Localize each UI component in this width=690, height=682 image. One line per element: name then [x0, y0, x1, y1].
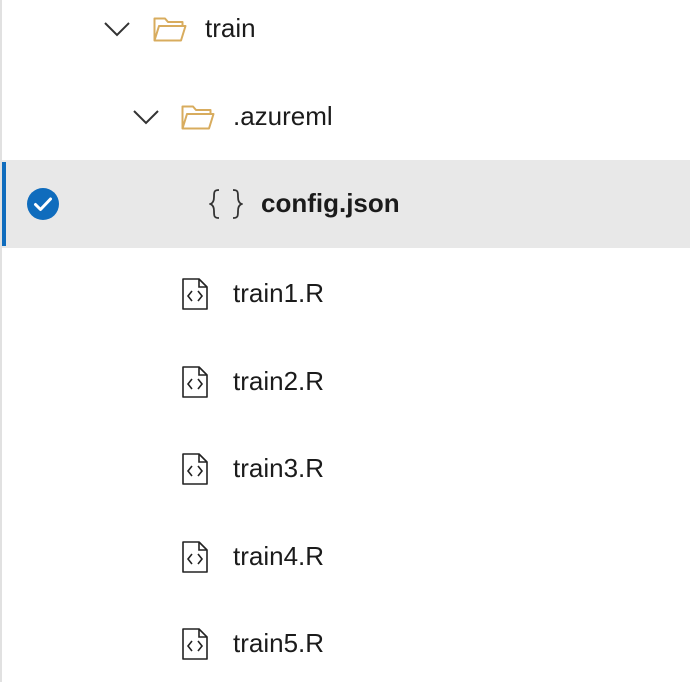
tree-item-train4-r[interactable]: train4.R [2, 514, 690, 600]
code-file-icon [182, 278, 208, 310]
tree-item-train1-r[interactable]: train1.R [2, 251, 690, 337]
json-braces-icon [209, 189, 243, 219]
tree-item-config-json[interactable]: config.json [2, 160, 690, 248]
tree-item-train-folder[interactable]: train [2, 0, 690, 72]
tree-item-label: train5.R [233, 627, 325, 658]
tree-item-label: .azureml [233, 100, 333, 131]
tree-item-train2-r[interactable]: train2.R [2, 339, 690, 425]
tree-item-train3-r[interactable]: train3.R [2, 426, 690, 512]
tree-item-label: train [205, 12, 256, 43]
file-tree: train .azureml config.json train1.R trai… [0, 0, 690, 682]
tree-item-azureml-folder[interactable]: .azureml [2, 74, 690, 160]
tree-item-label: train3.R [233, 452, 325, 483]
folder-open-icon [153, 17, 187, 42]
chevron-down-icon[interactable] [132, 109, 160, 125]
selection-indicator [2, 162, 6, 246]
tree-item-label: train4.R [233, 540, 325, 571]
tree-item-train5-r[interactable]: train5.R [2, 601, 690, 682]
code-file-icon [182, 628, 208, 660]
tree-item-label: config.json [261, 187, 400, 218]
code-file-icon [182, 541, 208, 573]
checkmark-circle-icon[interactable] [26, 187, 60, 221]
folder-open-icon [181, 105, 215, 130]
chevron-down-icon[interactable] [103, 21, 131, 37]
code-file-icon [182, 366, 208, 398]
tree-item-label: train1.R [233, 277, 325, 308]
tree-item-label: train2.R [233, 365, 325, 396]
code-file-icon [182, 453, 208, 485]
